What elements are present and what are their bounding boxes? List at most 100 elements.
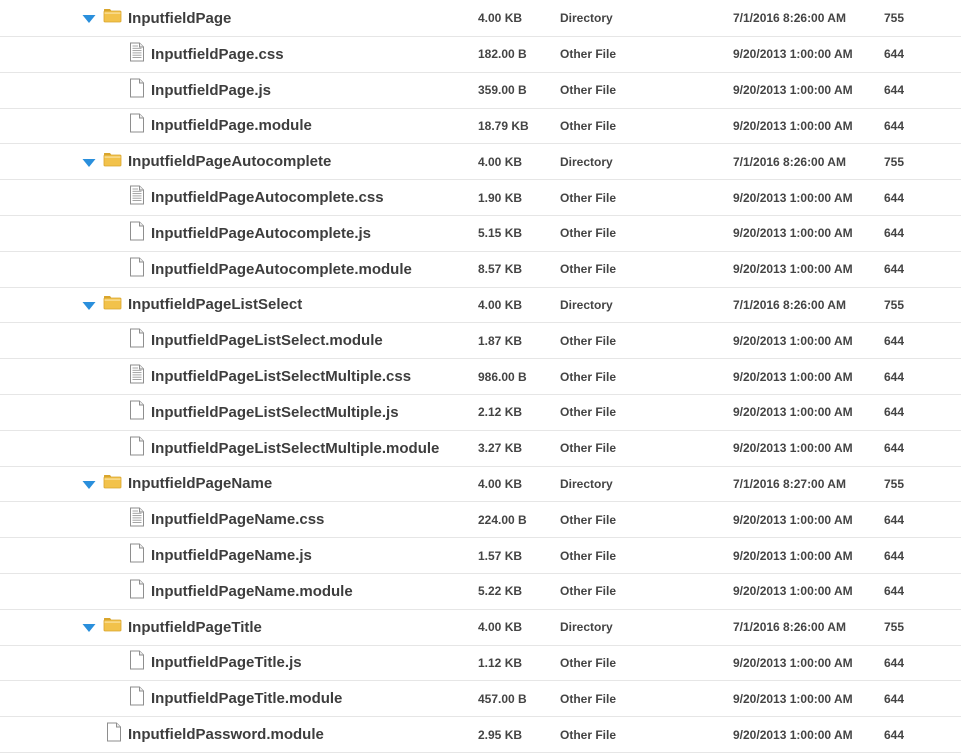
name-cell: InputfieldPageListSelectMultiple.module	[129, 431, 439, 466]
directory-row[interactable]: InputfieldPageListSelect 4.00 KB Directory…	[0, 288, 961, 324]
file-row[interactable]: InputfieldPageListSelectMultiple.js 2.12 …	[0, 395, 961, 431]
file-type: Directory	[560, 476, 613, 491]
file-type: Other File	[560, 655, 617, 670]
name-cell: InputfieldPageAutocomplete	[81, 144, 331, 179]
file-row[interactable]: InputfieldPageName.module 5.22 KB Other Fi…	[0, 574, 961, 610]
file-name[interactable]: InputfieldPageName	[128, 475, 272, 492]
blank-file-icon	[129, 328, 145, 353]
file-row[interactable]: InputfieldPageName.js 1.57 KB Other File 9/…	[0, 538, 961, 574]
directory-row[interactable]: InputfieldPageAutocomplete 4.00 KB Directo…	[0, 144, 961, 181]
blank-file-icon	[129, 543, 145, 568]
modified-date: 9/20/2013 1:00:00 AM	[733, 47, 853, 62]
permissions: 644	[884, 333, 905, 348]
file-size: 3.27 KB	[478, 441, 523, 456]
file-row[interactable]: InputfieldPage.js 359.00 B Other File 9/20/…	[0, 73, 961, 109]
name-cell: InputfieldPage.module	[129, 109, 312, 144]
file-name[interactable]: InputfieldPageName.css	[151, 511, 324, 528]
name-cell: InputfieldPageAutocomplete.module	[129, 252, 412, 287]
folder-icon	[103, 474, 122, 494]
file-row[interactable]: InputfieldPageAutocomplete.module 8.57 KB…	[0, 252, 961, 288]
blank-file-icon	[106, 722, 122, 747]
file-name[interactable]: InputfieldPageAutocomplete.js	[151, 225, 371, 242]
file-size: 4.00 KB	[478, 297, 523, 312]
permissions: 644	[884, 512, 905, 527]
text-file-icon	[129, 507, 145, 532]
modified-date: 9/20/2013 1:00:00 AM	[733, 727, 853, 742]
modified-date: 7/1/2016 8:26:00 AM	[733, 620, 846, 635]
name-cell: InputfieldPageTitle.module	[129, 681, 342, 716]
name-cell: InputfieldPage.css	[129, 37, 284, 72]
file-row[interactable]: InputfieldPageName.css 224.00 B Other File…	[0, 502, 961, 539]
file-name[interactable]: InputfieldPageName.module	[151, 583, 353, 600]
blank-file-icon	[129, 650, 145, 675]
modified-date: 9/20/2013 1:00:00 AM	[733, 441, 853, 456]
file-row[interactable]: InputfieldPage.css 182.00 B Other File 9/20…	[0, 37, 961, 73]
permissions: 644	[884, 118, 905, 133]
file-name[interactable]: InputfieldPageAutocomplete.css	[151, 189, 384, 206]
expand-triangle-icon[interactable]	[81, 621, 97, 633]
file-row[interactable]: InputfieldPageListSelect.module 1.87 KB Ot…	[0, 323, 961, 360]
file-name[interactable]: InputfieldPageListSelect	[128, 296, 302, 313]
blank-file-icon	[129, 221, 145, 246]
modified-date: 9/20/2013 1:00:00 AM	[733, 512, 853, 527]
blank-file-icon	[129, 436, 145, 461]
directory-row[interactable]: InputfieldPageTitle 4.00 KB Directory 7/1/2…	[0, 610, 961, 646]
file-name[interactable]: InputfieldPageListSelectMultiple.css	[151, 368, 411, 385]
name-cell: InputfieldPageListSelectMultiple.js	[129, 395, 399, 430]
file-name[interactable]: InputfieldPassword.module	[128, 726, 324, 743]
file-name[interactable]: InputfieldPageListSelectMultiple.module	[151, 440, 439, 457]
file-name[interactable]: InputfieldPage	[128, 10, 231, 27]
file-name[interactable]: InputfieldPageTitle.js	[151, 654, 302, 671]
file-size: 986.00 B	[478, 369, 527, 384]
modified-date: 9/20/2013 1:00:00 AM	[733, 548, 853, 563]
modified-date: 9/20/2013 1:00:00 AM	[733, 83, 853, 98]
text-file-icon	[129, 42, 145, 67]
file-row[interactable]: InputfieldPageListSelectMultiple.css 986.…	[0, 359, 961, 395]
file-size: 5.15 KB	[478, 226, 523, 241]
name-cell: InputfieldPageName.module	[129, 574, 353, 609]
name-cell: InputfieldPageTitle	[81, 610, 262, 645]
file-row[interactable]: InputfieldPageAutocomplete.css 1.90 KB Oth…	[0, 180, 961, 216]
file-name[interactable]: InputfieldPageTitle.module	[151, 690, 342, 707]
expand-triangle-icon[interactable]	[81, 12, 97, 24]
modified-date: 7/1/2016 8:26:00 AM	[733, 297, 846, 312]
file-row[interactable]: InputfieldPassword.module 2.95 KB Other Fi…	[0, 717, 961, 753]
blank-file-icon	[129, 686, 145, 711]
expand-triangle-icon[interactable]	[81, 299, 97, 311]
file-name[interactable]: InputfieldPageName.js	[151, 547, 312, 564]
name-cell: InputfieldPageAutocomplete.css	[129, 180, 384, 215]
permissions: 755	[884, 476, 905, 491]
file-type: Other File	[560, 512, 617, 527]
file-size: 1.12 KB	[478, 655, 523, 670]
modified-date: 9/20/2013 1:00:00 AM	[733, 584, 853, 599]
file-size: 2.12 KB	[478, 405, 523, 420]
file-row[interactable]: InputfieldPage.module 18.79 KB Other File 9…	[0, 109, 961, 145]
name-cell: InputfieldPageTitle.js	[129, 646, 302, 681]
file-row[interactable]: InputfieldPageListSelectMultiple.module 3…	[0, 431, 961, 467]
file-type: Directory	[560, 620, 613, 635]
file-name[interactable]: InputfieldPageListSelectMultiple.js	[151, 404, 399, 421]
file-row[interactable]: InputfieldPageTitle.module 457.00 B Other …	[0, 681, 961, 718]
permissions: 644	[884, 405, 905, 420]
directory-row[interactable]: InputfieldPageName 4.00 KB Directory 7/1/20…	[0, 467, 961, 503]
expand-triangle-icon[interactable]	[81, 478, 97, 490]
file-name[interactable]: InputfieldPageTitle	[128, 619, 262, 636]
file-row[interactable]: InputfieldPageTitle.js 1.12 KB Other File 9…	[0, 646, 961, 682]
file-type: Other File	[560, 190, 617, 205]
modified-date: 9/20/2013 1:00:00 AM	[733, 118, 853, 133]
file-name[interactable]: InputfieldPageAutocomplete.module	[151, 261, 412, 278]
permissions: 755	[884, 154, 905, 169]
file-name[interactable]: InputfieldPage.module	[151, 117, 312, 134]
file-type: Directory	[560, 154, 613, 169]
file-name[interactable]: InputfieldPage.css	[151, 46, 284, 63]
modified-date: 7/1/2016 8:27:00 AM	[733, 476, 846, 491]
file-row[interactable]: InputfieldPageAutocomplete.js 5.15 KB Othe…	[0, 216, 961, 252]
permissions: 644	[884, 655, 905, 670]
directory-row[interactable]: InputfieldPage 4.00 KB Directory 7/1/2016 8…	[0, 0, 961, 37]
file-name[interactable]: InputfieldPageAutocomplete	[128, 153, 331, 170]
file-name[interactable]: InputfieldPage.js	[151, 82, 271, 99]
name-cell: InputfieldPageListSelectMultiple.css	[129, 359, 411, 394]
folder-icon	[103, 295, 122, 315]
expand-triangle-icon[interactable]	[81, 156, 97, 168]
file-name[interactable]: InputfieldPageListSelect.module	[151, 332, 383, 349]
